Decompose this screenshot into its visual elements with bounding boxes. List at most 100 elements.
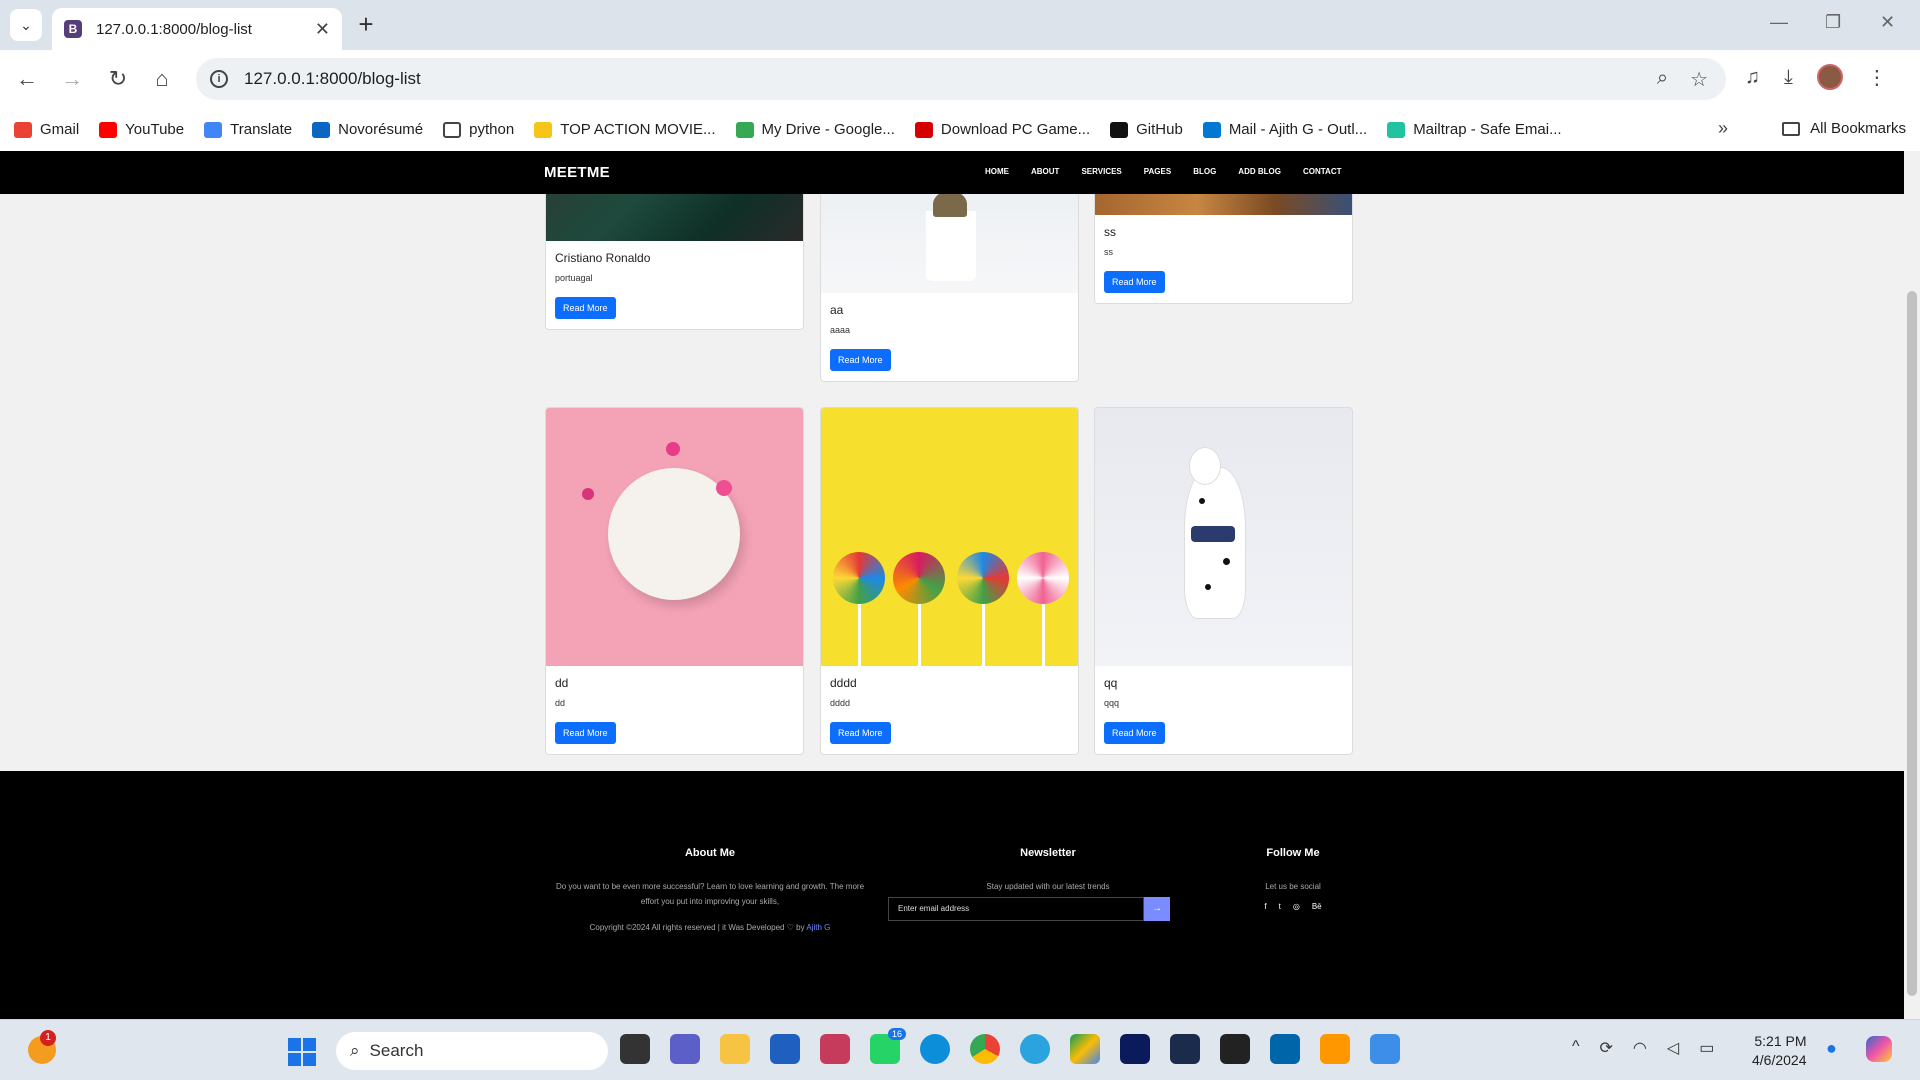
copilot-icon[interactable]	[1866, 1036, 1892, 1062]
taskbar-search[interactable]: ⌕ Search	[336, 1032, 608, 1070]
notifications-bell-icon[interactable]: ●	[1826, 1038, 1837, 1059]
media-control-icon[interactable]: ♫	[1745, 66, 1760, 89]
footer-newsletter: Newsletter Stay updated with our latest …	[928, 847, 1168, 894]
chevron-up-icon[interactable]: ^	[1572, 1038, 1580, 1058]
bookmark-label: TOP ACTION MOVIE...	[560, 121, 716, 138]
bookmark-item[interactable]: Download PC Game...	[914, 121, 1091, 138]
google-drive-icon[interactable]	[1070, 1034, 1100, 1064]
close-window-icon[interactable]: ✕	[1880, 12, 1895, 33]
close-tab-icon[interactable]: ✕	[315, 19, 330, 40]
bookmark-item[interactable]: Mail - Ajith G - Outl...	[1202, 121, 1367, 138]
chrome-icon[interactable]	[970, 1034, 1000, 1064]
terminal-icon[interactable]	[1220, 1034, 1250, 1064]
blog-card: dd dd Read More	[545, 407, 804, 755]
read-more-button[interactable]: Read More	[555, 722, 616, 744]
sublime-text-icon[interactable]	[1320, 1034, 1350, 1064]
forward-icon[interactable]: →	[57, 64, 87, 94]
snipping-tool-icon[interactable]	[820, 1034, 850, 1064]
nav-link[interactable]: ADD BLOG	[1238, 167, 1281, 176]
social-link-icon[interactable]: ◎	[1293, 902, 1300, 911]
bookmark-label: Download PC Game...	[940, 121, 1091, 138]
read-more-button[interactable]: Read More	[830, 349, 891, 371]
task-view-icon[interactable]	[620, 1034, 650, 1064]
disney-plus-icon[interactable]	[1120, 1034, 1150, 1064]
zoom-icon[interactable]: ⌕	[1657, 67, 1668, 92]
bookmark-item[interactable]: My Drive - Google...	[735, 121, 895, 138]
site-info-icon[interactable]: i	[210, 70, 228, 88]
read-more-button[interactable]: Read More	[1104, 722, 1165, 744]
bookmark-favicon-icon	[1202, 121, 1221, 138]
download-icon[interactable]: ⤓	[1784, 66, 1793, 89]
back-icon[interactable]: ←	[12, 64, 42, 94]
photos-icon[interactable]	[1370, 1034, 1400, 1064]
menu-kebab-icon[interactable]: ⋮	[1867, 65, 1887, 90]
read-more-button[interactable]: Read More	[830, 722, 891, 744]
tab-search-button[interactable]: ⌄	[10, 9, 42, 41]
teams-chat-icon[interactable]	[670, 1034, 700, 1064]
reload-icon[interactable]: ↻	[103, 64, 133, 94]
read-more-button[interactable]: Read More	[555, 297, 616, 319]
social-link-icon[interactable]: f	[1264, 902, 1266, 911]
active-tab[interactable]: B 127.0.0.1:8000/blog-list ✕	[52, 8, 342, 50]
bookmark-item[interactable]: Novorésumé	[312, 121, 423, 138]
bookmark-item[interactable]: python	[443, 121, 514, 138]
address-bar[interactable]: i 127.0.0.1:8000/blog-list ⌕ ☆	[196, 58, 1726, 100]
bookmark-item[interactable]: Gmail	[14, 121, 79, 138]
sync-icon[interactable]: ⟳	[1600, 1038, 1613, 1058]
post-excerpt: dd	[555, 698, 566, 708]
copyright-text: Copyright ©2024 All rights reserved | it…	[589, 923, 805, 932]
nav-link[interactable]: ABOUT	[1031, 167, 1059, 176]
nav-link[interactable]: BLOG	[1193, 167, 1216, 176]
wifi-icon[interactable]: ◠	[1633, 1038, 1647, 1058]
bookmark-favicon-icon	[534, 121, 553, 138]
bootstrap-favicon-icon: B	[64, 20, 82, 38]
taskbar-clock[interactable]: 5:21 PM 4/6/2024	[1752, 1032, 1807, 1070]
more-bookmarks-icon[interactable]: »	[1718, 118, 1728, 139]
social-link-icon[interactable]: t	[1279, 902, 1281, 911]
store-icon[interactable]	[770, 1034, 800, 1064]
vscode-icon[interactable]	[1270, 1034, 1300, 1064]
social-link-icon[interactable]: Bē	[1312, 902, 1322, 911]
bookmark-item[interactable]: Mailtrap - Safe Emai...	[1387, 121, 1562, 138]
notification-badge: 1	[40, 1030, 56, 1046]
post-image	[1095, 408, 1352, 666]
newsletter-email-input[interactable]: Enter email address	[888, 897, 1144, 921]
browser-chrome: ⌄ B 127.0.0.1:8000/blog-list ✕ + — ❐ ✕ ←…	[0, 0, 1920, 151]
bookmark-label: python	[469, 121, 515, 138]
home-icon[interactable]: ⌂	[147, 64, 177, 94]
site-brand[interactable]: MEETME	[544, 164, 610, 181]
bookmark-favicon-icon	[204, 121, 223, 138]
nav-link[interactable]: PAGES	[1144, 167, 1171, 176]
scrollbar-thumb[interactable]	[1907, 291, 1917, 996]
all-bookmarks-button[interactable]: All Bookmarks	[1782, 120, 1906, 137]
bookmark-star-icon[interactable]: ☆	[1690, 67, 1708, 92]
nav-link[interactable]: CONTACT	[1303, 167, 1342, 176]
prime-video-icon[interactable]	[1170, 1034, 1200, 1064]
restore-icon[interactable]: ❐	[1825, 12, 1841, 33]
read-more-button[interactable]: Read More	[1104, 271, 1165, 293]
bookmark-item[interactable]: YouTube	[99, 121, 184, 138]
telegram-icon[interactable]	[1020, 1034, 1050, 1064]
follow-text: Let us be social	[1265, 882, 1321, 891]
file-explorer-icon[interactable]	[720, 1034, 750, 1064]
profile-avatar[interactable]	[1816, 64, 1843, 90]
start-button[interactable]	[288, 1038, 316, 1066]
whatsapp-icon[interactable]: 16	[870, 1028, 907, 1064]
nav-link[interactable]: HOME	[985, 167, 1009, 176]
new-tab-button[interactable]: +	[352, 11, 380, 39]
edge-icon[interactable]	[920, 1034, 950, 1064]
newsletter-submit-button[interactable]: →	[1144, 897, 1170, 921]
minimize-icon[interactable]: —	[1770, 12, 1788, 33]
nav-link[interactable]: SERVICES	[1081, 167, 1121, 176]
post-excerpt: portuagal	[555, 273, 593, 283]
bookmark-item[interactable]: GitHub	[1110, 121, 1183, 138]
bookmark-label: My Drive - Google...	[761, 121, 895, 138]
battery-icon[interactable]: ▭	[1699, 1038, 1714, 1058]
site-nav-links: HOME ABOUT SERVICES PAGES BLOG ADD BLOG CONTAC…	[985, 167, 1363, 176]
volume-icon[interactable]: ◁	[1667, 1038, 1679, 1058]
page-scrollbar[interactable]	[1904, 151, 1920, 1019]
author-link[interactable]: Ajith G	[806, 923, 830, 932]
bookmark-favicon-icon	[1387, 121, 1406, 138]
bookmark-item[interactable]: TOP ACTION MOVIE...	[534, 121, 716, 138]
bookmark-item[interactable]: Translate	[204, 121, 292, 138]
